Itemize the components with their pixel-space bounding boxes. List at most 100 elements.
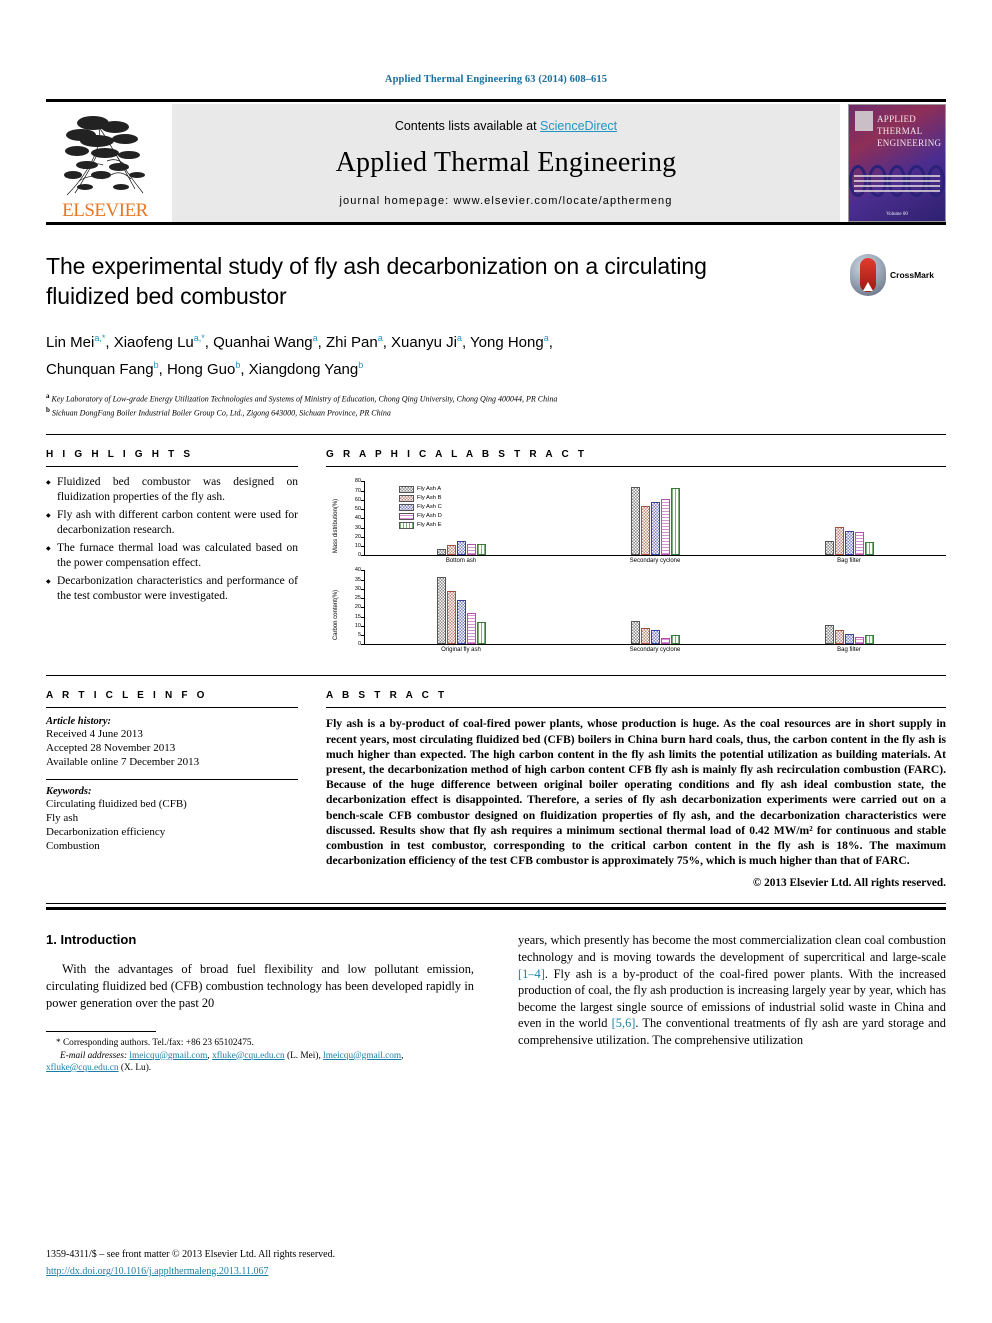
- paper-page: Applied Thermal Engineering 63 (2014) 60…: [0, 0, 992, 1323]
- bar: [864, 542, 874, 556]
- legend-item: Fly Ash B: [399, 494, 442, 503]
- graphical-abstract-column: G R A P H I C A L A B S T R A C T Mass d…: [320, 435, 946, 659]
- legend-swatch: [399, 504, 414, 512]
- legend-item: Fly Ash D: [399, 512, 442, 521]
- affiliation-b: b Sichuan DongFang Boiler Industrial Boi…: [46, 405, 391, 418]
- bar: [457, 599, 467, 645]
- doi-link[interactable]: http://dx.doi.org/10.1016/j.applthermale…: [46, 1266, 268, 1277]
- footnote-block: * Corresponding authors. Tel./fax: +86 2…: [46, 1037, 474, 1074]
- y-tick-mark: [361, 635, 364, 637]
- keyword-item: Decarbonization efficiency: [46, 826, 166, 839]
- y-tick-mark: [361, 481, 364, 483]
- y-tick-mark: [361, 570, 364, 572]
- legend-swatch: [399, 486, 414, 494]
- abstract-heading: A B S T R A C T: [326, 690, 448, 702]
- body-column-left: 1. Introduction With the advantages of b…: [46, 932, 496, 1074]
- y-tick-mark: [361, 536, 364, 538]
- bar: [671, 487, 680, 556]
- journal-band: Contents lists available at ScienceDirec…: [172, 104, 840, 222]
- bar-group: [752, 526, 946, 556]
- article-accepted: Accepted 28 November 2013: [46, 742, 176, 755]
- contents-prefix: Contents lists available at: [394, 119, 541, 133]
- email-link-3[interactable]: lmeicqu@gmail.com: [323, 1051, 401, 1061]
- x-tick-label: Bag filter: [837, 647, 861, 654]
- chart-ylabel: Mass distribution(%): [333, 498, 339, 553]
- bar: [844, 634, 854, 645]
- chart-plot-area: 0 5 10 15 20 25 30 35 40: [355, 567, 946, 647]
- bar: [641, 506, 650, 556]
- elsevier-wordmark: ELSEVIER: [62, 200, 148, 221]
- x-tick-label: Bottom ash: [445, 558, 477, 565]
- affil-marker: a: [377, 333, 383, 343]
- author-list: Lin Meia,*, Xiaofeng Lua,*, Quanhai Wang…: [46, 327, 806, 381]
- abstract-copyright: © 2013 Elsevier Ltd. All rights reserved…: [752, 877, 946, 890]
- elsevier-logo: ELSEVIER: [46, 104, 164, 222]
- affiliations: a Key Laboratory of Low-grade Energy Uti…: [46, 391, 946, 418]
- bar: [824, 540, 834, 556]
- keywords-label: Keywords:: [46, 786, 92, 798]
- crossmark-badge[interactable]: CrossMark: [850, 253, 946, 297]
- legend-label: Fly Ash A: [417, 486, 442, 493]
- abstract-rule: [326, 707, 946, 709]
- legend-swatch: [399, 513, 414, 521]
- chart-plot-area: 0 10 20 30 40 50 60 70 80 Fly Ash A Fly Ash B Fly …: [355, 478, 946, 558]
- citation-5-6[interactable]: [5,6]: [612, 1016, 636, 1030]
- bar: [651, 501, 660, 556]
- y-tick-mark: [361, 518, 364, 520]
- bar: [651, 630, 660, 645]
- bar: [864, 635, 874, 645]
- chart-y-axis: 0 5 10 15 20 25 30 35 40: [340, 567, 364, 647]
- article-info-rule: [46, 707, 298, 709]
- bar: [437, 576, 447, 645]
- masthead-top-rule: [46, 99, 946, 102]
- x-tick-label: Bag filter: [837, 558, 861, 565]
- bar-group: [559, 486, 753, 556]
- journal-cover-thumbnail[interactable]: APPLIED THERMAL ENGINEERING Volume 00: [848, 104, 946, 222]
- sciencedirect-link[interactable]: ScienceDirect: [540, 119, 617, 133]
- y-tick-mark: [361, 588, 364, 590]
- bar: [661, 498, 670, 556]
- highlights-column: H I G H L I G H T S Fluidized bed combus…: [46, 435, 320, 659]
- bar: [631, 486, 640, 556]
- x-tick-label: Secondary cyclone: [629, 558, 681, 565]
- email-link-2[interactable]: xfluke@cqu.edu.cn: [212, 1051, 285, 1061]
- bar: [477, 622, 487, 645]
- chart-container: Mass distribution(%) 0 10 20 30 40 50 60 70 80 F…: [333, 478, 946, 564]
- legend-label: Fly Ash C: [417, 504, 442, 511]
- y-tick-mark: [361, 499, 364, 501]
- list-item: The furnace thermal load was calculated …: [46, 541, 298, 570]
- legend-label: Fly Ash E: [417, 522, 442, 529]
- article-info-column: A R T I C L E I N F O Article history: R…: [46, 676, 320, 889]
- affiliation-a-text: Key Laboratory of Low-grade Energy Utili…: [51, 394, 558, 404]
- article-online: Available online 7 December 2013: [46, 756, 200, 769]
- bar: [824, 624, 834, 645]
- y-tick-mark: [361, 579, 364, 581]
- article-received: Received 4 June 2013: [46, 728, 143, 741]
- keyword-item: Combustion: [46, 840, 100, 853]
- highlights-list: Fluidized bed combustor was designed on …: [46, 475, 298, 603]
- bar: [661, 637, 670, 645]
- journal-homepage-link[interactable]: journal homepage: www.elsevier.com/locat…: [340, 195, 673, 207]
- list-item: Fly ash with different carbon content we…: [46, 508, 298, 537]
- email-link-1[interactable]: lmeicqu@gmail.com: [129, 1051, 207, 1061]
- y-tick-mark: [361, 546, 364, 548]
- intro-paragraph-continued: years, which presently has become the mo…: [518, 932, 946, 1048]
- bar-group: [559, 621, 753, 645]
- bar: [447, 590, 457, 645]
- corresponding-author-note: * Corresponding authors. Tel./fax: +86 2…: [56, 1038, 254, 1049]
- affil-marker: a: [456, 333, 462, 343]
- legend-item: Fly Ash C: [399, 503, 442, 512]
- cover-editor-lines: [854, 175, 940, 195]
- legend-item: Fly Ash E: [399, 521, 442, 530]
- citation-1-4[interactable]: [1–4]: [518, 967, 545, 981]
- chart-y-axis: 0 10 20 30 40 50 60 70 80: [340, 478, 364, 558]
- affil-marker: a,*: [193, 333, 205, 343]
- affil-marker: b: [358, 360, 364, 370]
- affiliation-a: a Key Laboratory of Low-grade Energy Uti…: [46, 392, 558, 404]
- bar: [447, 545, 457, 556]
- email-link-4[interactable]: xfluke@cqu.edu.cn: [46, 1063, 119, 1073]
- journal-title: Applied Thermal Engineering: [335, 147, 677, 178]
- chart-x-axis-labels: Bottom ash Secondary cyclone Bag filter: [364, 556, 946, 564]
- y-tick-mark: [361, 509, 364, 511]
- bar: [437, 548, 447, 556]
